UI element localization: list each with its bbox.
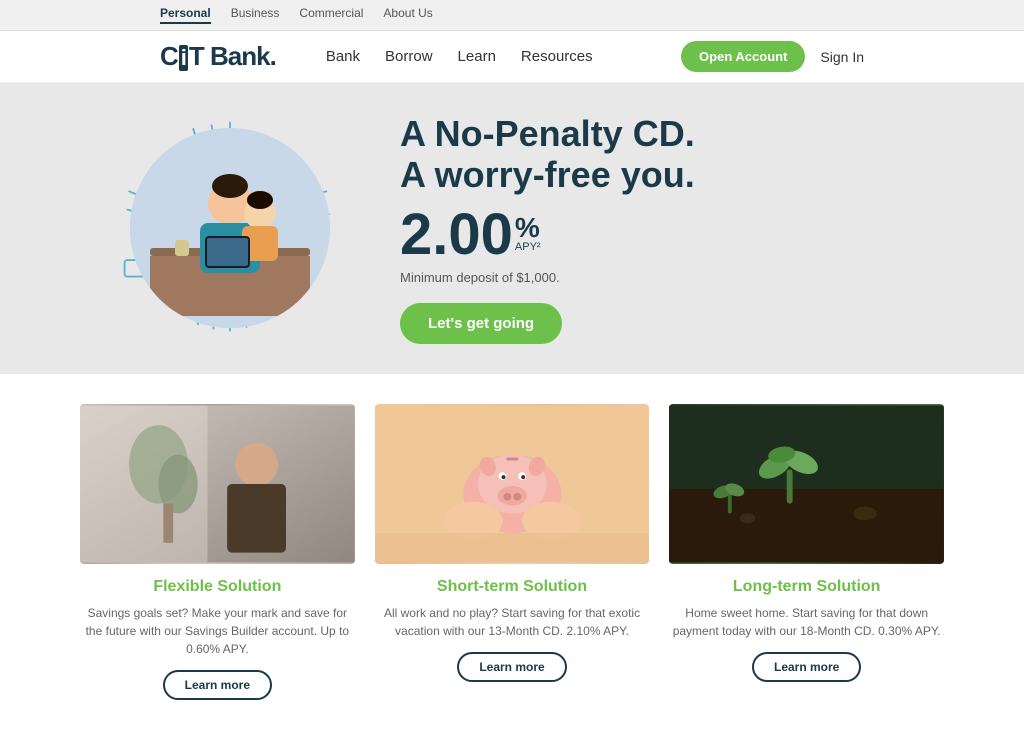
card-title-flexible: Flexible Solution [80,578,355,596]
top-bar: Personal Business Commercial About Us [0,0,1024,31]
card-btn-longterm[interactable]: Learn more [752,652,861,682]
hero-image-wrap [120,118,340,338]
card-title-shortterm: Short-term Solution [375,578,650,596]
hero-min-deposit: Minimum deposit of $1,000. [400,270,904,285]
cards-section: Flexible Solution Savings goals set? Mak… [0,374,1024,730]
top-nav-personal[interactable]: Personal [160,6,211,24]
nav-bank[interactable]: Bank [326,48,360,65]
hero-rate: 2.00 % APY² [400,206,904,264]
card-title-longterm: Long-term Solution [669,578,944,596]
card-longterm: Long-term Solution Home sweet home. Star… [669,404,944,700]
top-nav-business[interactable]: Business [231,6,280,24]
sign-in-button[interactable]: Sign In [820,49,864,65]
logo[interactable]: CiT Bank. [160,41,276,72]
rate-suffix: % APY² [515,214,541,253]
card-image-shortterm [375,404,650,564]
open-account-button[interactable]: Open Account [681,41,805,72]
nav-borrow[interactable]: Borrow [385,48,433,65]
hero-heading: A No-Penalty CD. A worry-free you. [400,113,904,196]
card-image-longterm [669,404,944,564]
nav-links: Bank Borrow Learn Resources [326,48,651,65]
hero-photo [130,128,330,328]
main-nav: CiT Bank. Bank Borrow Learn Resources Op… [0,31,1024,83]
card-btn-flexible[interactable]: Learn more [163,670,272,700]
card-image-flexible [80,404,355,564]
rate-percent: % [515,214,541,242]
card-desc-flexible: Savings goals set? Make your mark and sa… [80,604,355,658]
card-desc-longterm: Home sweet home. Start saving for that d… [669,604,944,640]
hero-text: A No-Penalty CD. A worry-free you. 2.00 … [400,113,904,344]
top-nav-commercial[interactable]: Commercial [299,6,363,24]
card-flexible: Flexible Solution Savings goals set? Mak… [80,404,355,700]
hero-cta-button[interactable]: Let's get going [400,303,562,344]
nav-resources[interactable]: Resources [521,48,593,65]
top-nav-about[interactable]: About Us [383,6,432,24]
card-shortterm: Short-term Solution All work and no play… [375,404,650,700]
card-desc-shortterm: All work and no play? Start saving for t… [375,604,650,640]
nav-learn[interactable]: Learn [458,48,496,65]
logo-text: CiT Bank. [160,41,276,72]
nav-actions: Open Account Sign In [681,41,864,72]
hero-section: A No-Penalty CD. A worry-free you. 2.00 … [0,83,1024,374]
card-btn-shortterm[interactable]: Learn more [457,652,566,682]
rate-apy: APY² [515,242,541,253]
rate-number: 2.00 [400,206,513,264]
